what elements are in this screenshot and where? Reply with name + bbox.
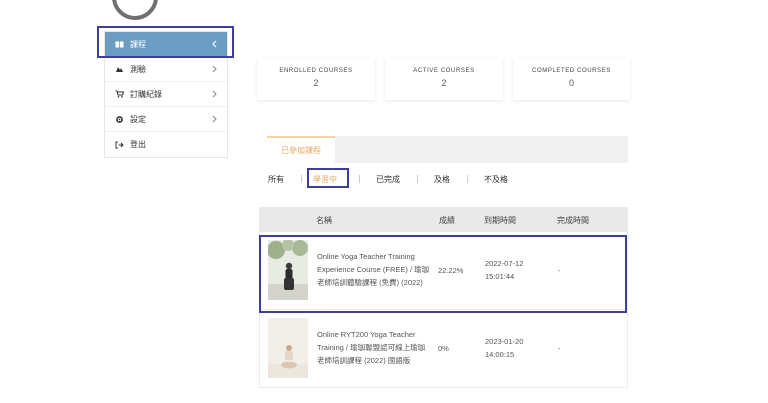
highlight-box	[97, 26, 234, 58]
filter-divider	[359, 175, 360, 183]
filter-divider	[467, 175, 468, 183]
table-header: 名稱 成績 到期時間 完成時間	[259, 207, 628, 232]
chevron-right-icon	[212, 65, 217, 75]
avatar	[112, 0, 158, 20]
column-header-name: 名稱	[316, 216, 332, 225]
stat-enrolled-courses: ENROLLED COURSES 2	[257, 58, 375, 100]
filter-passed[interactable]: 及格	[434, 174, 450, 185]
course-grade: 0%	[438, 344, 449, 353]
gear-icon	[115, 115, 124, 124]
course-thumbnail[interactable]	[268, 318, 308, 378]
highlight-box	[259, 235, 627, 313]
course-name[interactable]: Online RYT200 Yoga Teacher Training / 瑜珈…	[317, 328, 432, 367]
stat-label: COMPLETED COURSES	[532, 68, 611, 74]
quiz-icon	[115, 65, 124, 74]
sidebar-item-orders[interactable]: 訂購紀錄	[105, 82, 227, 107]
course-tabs: 已參加課程	[267, 136, 628, 163]
due-date: 2023-01-20	[485, 337, 524, 346]
column-header-completed: 完成時間	[557, 216, 589, 225]
course-due: 2023-01-20 14:00:15	[485, 335, 523, 361]
column-header-grade: 成績	[439, 216, 455, 225]
chevron-right-icon	[212, 115, 217, 125]
tab-enrolled-courses[interactable]: 已參加課程	[267, 136, 335, 163]
sidebar-item-label: 登出	[130, 140, 146, 149]
stat-label: ACTIVE COURSES	[413, 68, 475, 74]
stat-value: 2	[441, 78, 447, 88]
highlight-box	[307, 168, 349, 188]
stat-active-courses: ACTIVE COURSES 2	[385, 58, 503, 100]
sidebar-item-logout[interactable]: 登出	[105, 132, 227, 157]
stat-value: 2	[313, 78, 319, 88]
filter-all[interactable]: 所有	[268, 174, 284, 185]
filter-failed[interactable]: 不及格	[484, 174, 508, 185]
sidebar-item-settings[interactable]: 設定	[105, 107, 227, 132]
chevron-right-icon	[212, 90, 217, 100]
sidebar-item-label: 設定	[130, 114, 146, 124]
cart-icon	[115, 90, 124, 99]
column-header-due: 到期時間	[484, 216, 516, 225]
sidebar-item-label: 測驗	[130, 64, 146, 74]
filter-divider	[301, 175, 302, 183]
stat-value: 0	[568, 78, 574, 88]
filter-divider	[417, 175, 418, 183]
filter-completed[interactable]: 已完成	[376, 174, 400, 185]
sidebar-item-label: 訂購紀錄	[130, 89, 162, 99]
due-time: 14:00:15	[485, 350, 515, 359]
course-completed-time: -	[558, 344, 561, 353]
logout-icon	[115, 140, 124, 149]
sidebar-item-quiz[interactable]: 測驗	[105, 57, 227, 82]
stat-completed-courses: COMPLETED COURSES 0	[513, 58, 630, 100]
stat-label: ENROLLED COURSES	[279, 68, 353, 74]
table-row[interactable]: Online RYT200 Yoga Teacher Training / 瑜珈…	[259, 310, 628, 388]
